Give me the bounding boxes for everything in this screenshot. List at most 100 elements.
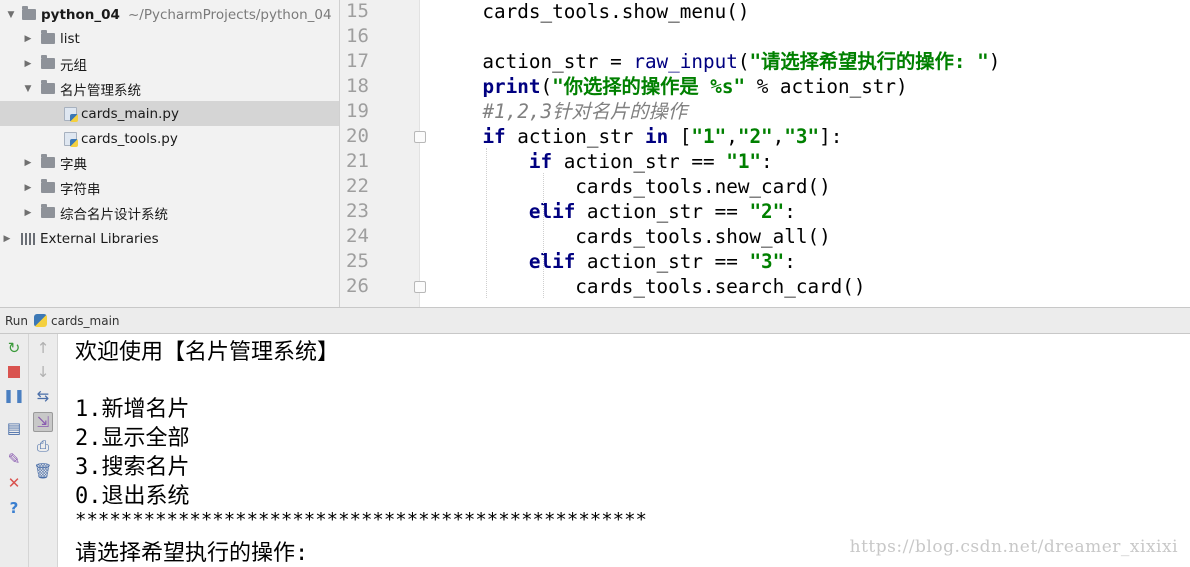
watermark: https://blog.csdn.net/dreamer_xixixi (849, 537, 1178, 557)
run-console-output[interactable]: 欢迎使用【名片管理系统】 1.新增名片 2.显示全部 3.搜索名片 0.退出系统… (58, 334, 1190, 567)
tree-item-label: 字符串 (60, 181, 101, 198)
chevron-right-icon[interactable]: ▶ (21, 59, 35, 69)
code-line: cards_tools.show_menu() (436, 0, 749, 24)
tree-item-dict[interactable]: ▶ 字典 (0, 150, 339, 175)
code-line: cards_tools.search_card() (436, 274, 865, 299)
line-number: 17 (346, 50, 369, 72)
print-icon[interactable]: ⎙ (33, 436, 53, 456)
folder-icon (41, 179, 55, 193)
chevron-right-icon[interactable]: ▶ (21, 208, 35, 218)
folder-icon (41, 204, 55, 218)
scroll-to-end-icon[interactable]: ⇲ (33, 412, 53, 432)
help-icon[interactable]: ? (4, 498, 24, 518)
code-editor[interactable]: 15 16 17 18 19 20 21 22 23 24 25 26 cards_tools.sho… (340, 0, 1190, 307)
chevron-right-icon[interactable]: ▶ (21, 158, 35, 168)
code-token: #1,2,3针对名片的操作 (482, 100, 688, 123)
code-token: "3" (749, 250, 785, 273)
code-line: #1,2,3针对名片的操作 (436, 99, 687, 124)
chevron-right-icon[interactable]: ▶ (21, 183, 35, 193)
tree-item-cards-tools[interactable]: cards_tools.py (0, 126, 339, 151)
code-token: cards_tools.new_card() (436, 175, 831, 198)
code-token: ]: (819, 125, 843, 148)
tree-item-label: External Libraries (40, 230, 159, 247)
tree-item-label: cards_main.py (81, 105, 179, 122)
code-token: "2" (749, 200, 785, 223)
tree-item-cards-main[interactable]: cards_main.py (0, 101, 339, 126)
code-token: if (528, 150, 553, 173)
close-icon[interactable]: ✕ (4, 473, 24, 493)
tree-item-comprehensive[interactable]: ▶ 综合名片设计系统 (0, 200, 339, 225)
code-token: elif (528, 250, 576, 273)
code-token: action_str = (436, 50, 634, 73)
chevron-right-icon[interactable]: ▶ (21, 34, 35, 44)
code-token: "1" (726, 150, 762, 173)
line-number: 26 (346, 275, 369, 297)
line-number: 25 (346, 250, 369, 272)
line-number: 21 (346, 150, 369, 172)
indent-guide (543, 173, 544, 298)
project-root-name: python_04 (41, 6, 120, 23)
tree-root-python-04[interactable]: ▼ python_04 ~/PycharmProjects/python_04 (0, 2, 339, 27)
code-token: action_str == (575, 200, 750, 223)
code-token: action_str == (575, 250, 750, 273)
code-token: in (644, 125, 669, 148)
tree-item-external-libraries[interactable]: ▶ External Libraries (0, 226, 339, 251)
project-root-path: ~/PycharmProjects/python_04 (127, 6, 332, 23)
line-number: 18 (346, 75, 369, 97)
code-line: elif action_str == "3": (436, 249, 796, 274)
run-toolbar-left: ↻ ❚❚ ▤ ✎ ✕ ? (0, 334, 29, 567)
tree-item-label: cards_tools.py (81, 130, 178, 147)
folder-icon (22, 6, 36, 20)
stop-icon[interactable] (4, 362, 24, 382)
chevron-down-icon[interactable]: ▼ (21, 84, 35, 94)
trash-icon[interactable]: 🗑 (33, 461, 53, 481)
console-line: 欢迎使用【名片管理系统】 (75, 340, 340, 365)
code-line: action_str = raw_input("请选择希望执行的操作: ") (436, 49, 1000, 74)
console-line: 3.搜索名片 (75, 455, 190, 480)
line-number: 15 (346, 0, 369, 22)
tree-item-card-system[interactable]: ▼ 名片管理系统 (0, 76, 339, 101)
line-number: 19 (346, 100, 369, 122)
chevron-right-icon[interactable]: ▶ (0, 234, 14, 244)
code-token: ( (737, 50, 750, 73)
line-number: 23 (346, 200, 369, 222)
chevron-down-icon[interactable]: ▼ (4, 10, 18, 20)
code-token: raw_input (633, 50, 738, 73)
layout-icon[interactable]: ▤ (4, 418, 24, 438)
project-tool-window: ▼ python_04 ~/PycharmProjects/python_04 … (0, 0, 340, 307)
tree-item-label: 综合名片设计系统 (60, 206, 168, 223)
rerun-icon[interactable]: ↻ (4, 338, 24, 358)
run-toolbar-right: ↑ ↓ ⇆ ⇲ ⎙ 🗑 (29, 334, 58, 567)
down-arrow-icon[interactable]: ↓ (33, 362, 53, 382)
fold-marker-icon[interactable] (414, 131, 426, 143)
tree-item-string[interactable]: ▶ 字符串 (0, 175, 339, 200)
fold-marker-icon[interactable] (414, 281, 426, 293)
pause-icon[interactable]: ❚❚ (3, 386, 25, 406)
code-token: : (784, 250, 796, 273)
pin-icon[interactable]: ✎ (4, 449, 24, 469)
code-token: elif (528, 200, 576, 223)
code-token: "3" (784, 125, 820, 148)
code-token: [ (668, 125, 692, 148)
line-number: 24 (346, 225, 369, 247)
editor-gutter: 15 16 17 18 19 20 21 22 23 24 25 26 (340, 0, 426, 307)
run-config-name[interactable]: cards_main (51, 314, 120, 328)
tree-item-label: 元组 (60, 57, 87, 74)
code-token: % action_str) (745, 75, 908, 98)
code-token: , (726, 125, 738, 148)
tree-item-list[interactable]: ▶ list (0, 26, 339, 51)
tree-item-label: 名片管理系统 (60, 82, 141, 99)
python-icon (34, 314, 48, 327)
soft-wrap-icon[interactable]: ⇆ (33, 386, 53, 406)
run-tab-label[interactable]: Run (5, 314, 28, 328)
up-arrow-icon[interactable]: ↑ (33, 338, 53, 358)
line-number: 16 (346, 25, 369, 47)
tree-item-tuple[interactable]: ▶ 元组 (0, 51, 339, 76)
python-file-icon (64, 131, 78, 147)
console-prompt: 请选择希望执行的操作: (75, 541, 309, 566)
console-separator: ****************************************… (75, 509, 647, 531)
